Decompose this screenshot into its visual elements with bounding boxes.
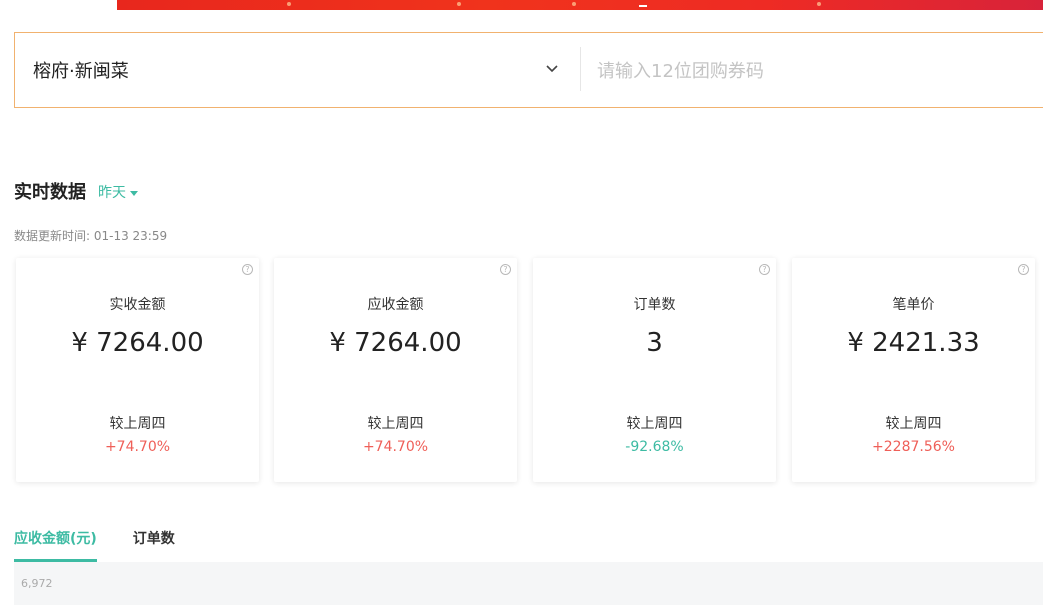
section-title: 实时数据 — [14, 182, 86, 203]
metric-label: 实收金额 — [109, 297, 166, 313]
metric-card-actual-revenue: ? 实收金额 ¥ 7264.00 较上周四 +74.70% — [16, 258, 259, 482]
store-name: 榕府·新闽菜 — [33, 61, 129, 82]
metric-change: -92.68% — [625, 439, 684, 455]
metric-compare-label: 较上周四 — [885, 416, 942, 432]
metric-change: +74.70% — [362, 439, 429, 455]
chart-tabs: 应收金额(元) 订单数 — [14, 528, 175, 562]
banner-decoration — [457, 2, 461, 6]
divider — [580, 47, 581, 91]
caret-down-icon — [130, 190, 138, 196]
help-icon[interactable]: ? — [242, 264, 253, 275]
metric-change: +74.70% — [104, 439, 171, 455]
banner-decoration — [287, 2, 291, 6]
banner-decoration — [817, 2, 821, 6]
metric-label: 应收金额 — [367, 297, 424, 313]
metric-compare-label: 较上周四 — [367, 416, 424, 432]
banner-decoration — [639, 5, 647, 7]
promo-banner[interactable] — [117, 0, 1043, 10]
metric-compare-label: 较上周四 — [109, 416, 166, 432]
tab-order-count[interactable]: 订单数 — [133, 528, 175, 562]
update-time: 数据更新时间: 01-13 23:59 — [14, 229, 168, 243]
date-filter-dropdown[interactable]: 昨天 — [98, 182, 138, 202]
metric-label: 笔单价 — [892, 297, 935, 313]
search-bar: 榕府·新闽菜 — [14, 32, 1043, 108]
help-icon[interactable]: ? — [500, 264, 511, 275]
metric-card-order-count: ? 订单数 3 较上周四 -92.68% — [533, 258, 776, 482]
metric-compare-label: 较上周四 — [626, 416, 683, 432]
date-filter-label: 昨天 — [98, 185, 126, 201]
metric-card-avg-order-price: ? 笔单价 ¥ 2421.33 较上周四 +2287.56% — [792, 258, 1035, 482]
y-axis-tick-label: 6,972 — [21, 577, 53, 590]
metric-value: 3 — [646, 328, 663, 358]
metric-label: 订单数 — [633, 297, 676, 313]
metric-value: ¥ 2421.33 — [847, 328, 980, 358]
trend-chart: 6,972 — [14, 562, 1043, 605]
metric-change: +2287.56% — [872, 439, 955, 455]
metric-value: ¥ 7264.00 — [329, 328, 462, 358]
metric-card-receivable: ? 应收金额 ¥ 7264.00 较上周四 +74.70% — [274, 258, 517, 482]
metric-value: ¥ 7264.00 — [71, 328, 204, 358]
banner-decoration — [572, 2, 576, 6]
tab-receivable-amount[interactable]: 应收金额(元) — [14, 528, 97, 562]
coupon-code-input[interactable] — [597, 53, 1037, 89]
chevron-down-icon — [546, 65, 558, 73]
help-icon[interactable]: ? — [1018, 264, 1029, 275]
store-select[interactable]: 榕府·新闽菜 — [15, 33, 581, 107]
help-icon[interactable]: ? — [759, 264, 770, 275]
